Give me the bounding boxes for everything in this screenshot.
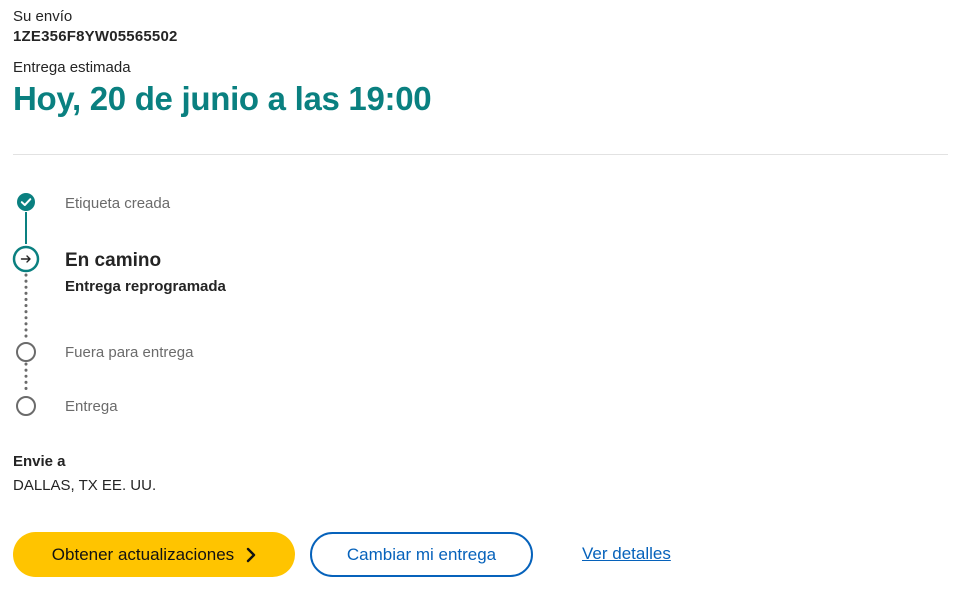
eta-value: Hoy, 20 de junio a las 19:00 bbox=[13, 80, 432, 117]
shipment-label: Su envío bbox=[13, 8, 73, 25]
change-delivery-button[interactable]: Cambiar mi entrega bbox=[310, 532, 533, 577]
step-label-in-transit: En camino bbox=[65, 250, 162, 271]
destination-value: DALLAS, TX EE. UU. bbox=[13, 477, 157, 494]
check-icon bbox=[17, 193, 35, 211]
get-updates-label: Obtener actualizaciones bbox=[51, 544, 235, 564]
step-label-out-for-delivery: Fuera para entrega bbox=[65, 344, 194, 361]
pending-circle-icon bbox=[16, 396, 36, 416]
pending-circle-icon bbox=[16, 342, 36, 362]
chevron-right-icon bbox=[246, 547, 256, 563]
eta-label: Entrega estimada bbox=[13, 59, 131, 76]
step-label-delivered: Entrega bbox=[65, 398, 118, 415]
view-details-link[interactable]: Ver detalles bbox=[582, 544, 671, 564]
arrow-right-icon bbox=[12, 245, 40, 273]
step-sublabel-rescheduled: Entrega reprogramada bbox=[65, 278, 226, 295]
divider bbox=[13, 154, 948, 155]
change-delivery-label: Cambiar mi entrega bbox=[346, 544, 497, 564]
get-updates-button[interactable]: Obtener actualizaciones bbox=[13, 532, 295, 577]
step-label-created: Etiqueta creada bbox=[65, 195, 171, 212]
destination-label: Envie a bbox=[13, 453, 66, 470]
tracking-number: 1ZE356F8YW05565502 bbox=[13, 28, 178, 45]
progress-timeline bbox=[0, 180, 60, 430]
